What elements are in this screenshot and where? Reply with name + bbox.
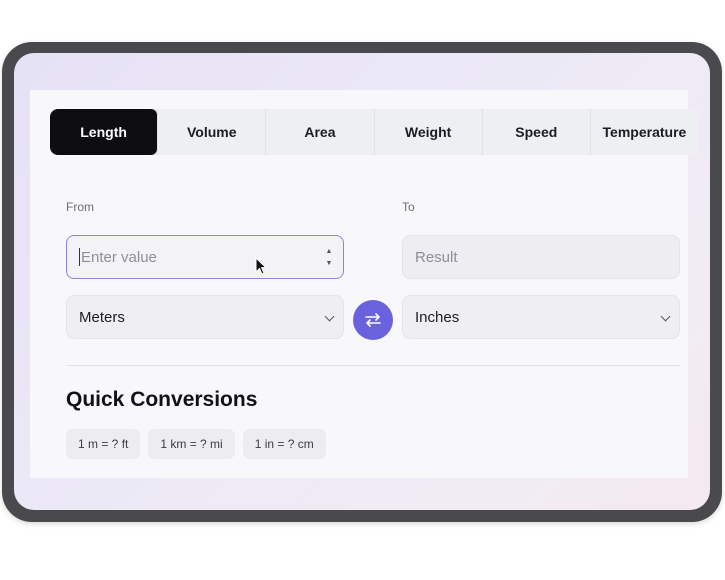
mouse-pointer-icon: [255, 257, 268, 275]
screen: Length Volume Area Weight Speed Temperat…: [14, 53, 710, 510]
quick-conversion-chip[interactable]: 1 m = ? ft: [66, 429, 141, 459]
to-unit-value: Inches: [415, 308, 460, 326]
number-stepper[interactable]: ▲ ▼: [325, 248, 333, 268]
from-placeholder: Enter value: [81, 248, 157, 266]
tab-volume[interactable]: Volume: [157, 109, 265, 155]
quick-conversions-title: Quick Conversions: [66, 388, 258, 411]
to-unit-select[interactable]: Inches: [402, 295, 680, 339]
swap-units-button[interactable]: [353, 300, 393, 340]
quick-conversions-list: 1 m = ? ft 1 km = ? mi 1 in = ? cm: [66, 429, 326, 459]
result-placeholder: Result: [415, 248, 458, 266]
swap-arrows-icon: [365, 313, 381, 327]
text-caret: [79, 248, 80, 266]
chevron-down-icon: [324, 311, 335, 322]
stepper-up-icon[interactable]: ▲: [326, 248, 333, 256]
from-value-input[interactable]: Enter value ▲ ▼: [66, 235, 344, 279]
divider: [66, 365, 680, 366]
quick-conversion-chip[interactable]: 1 in = ? cm: [242, 429, 326, 459]
converter-card: Length Volume Area Weight Speed Temperat…: [30, 90, 698, 478]
chevron-down-icon: [660, 311, 671, 322]
tab-weight[interactable]: Weight: [373, 109, 482, 155]
stepper-down-icon[interactable]: ▼: [326, 260, 333, 268]
to-label: To: [402, 200, 415, 214]
result-field: Result: [402, 235, 680, 279]
tablet-frame: Length Volume Area Weight Speed Temperat…: [2, 42, 722, 522]
quick-conversion-chip[interactable]: 1 km = ? mi: [148, 429, 235, 459]
from-unit-value: Meters: [79, 308, 125, 326]
unit-category-tabs: Length Volume Area Weight Speed Temperat…: [50, 109, 698, 155]
tab-area[interactable]: Area: [265, 109, 373, 155]
from-unit-select[interactable]: Meters: [66, 295, 344, 339]
tab-speed[interactable]: Speed: [481, 109, 590, 155]
tab-length[interactable]: Length: [50, 109, 158, 155]
from-label: From: [66, 200, 94, 214]
tab-temperature[interactable]: Temperature: [589, 109, 698, 155]
